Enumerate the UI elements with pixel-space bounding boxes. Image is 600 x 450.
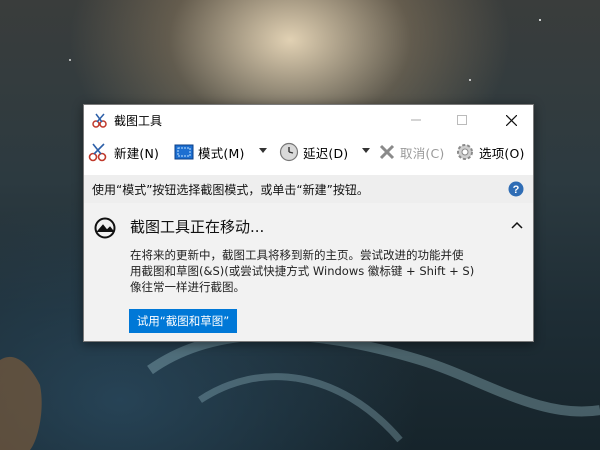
close-button[interactable] [488, 105, 534, 135]
hint-text: 使用“模式”按钮选择截图模式，或单击“新建”按钮。 [92, 182, 369, 197]
wallpaper-star [469, 79, 471, 81]
help-icon[interactable]: ? [508, 181, 524, 197]
maximize-icon [457, 115, 467, 125]
wallpaper-ribbon-2 [198, 373, 403, 443]
snipping-tool-window: 截图工具 新建(N) 模式(M) 延迟(D) 取消(C) 选项(O) 使用“模式… [83, 104, 534, 342]
try-snip-sketch-button[interactable]: 试用“截图和草图” [129, 309, 237, 333]
title-bar[interactable]: 截图工具 [84, 105, 533, 135]
snip-sketch-app-icon [94, 217, 116, 239]
notice-body-line: 在将来的更新中，截图工具将移到新的主页。尝试改进的功能并使 [130, 248, 464, 262]
toolbar: 新建(N) 模式(M) 延迟(D) 取消(C) 选项(O) [84, 135, 533, 169]
gear-icon [455, 142, 475, 162]
maximize-button[interactable] [439, 105, 485, 135]
wallpaper-star [539, 19, 541, 21]
notice-body-line: 用截图和草图(&S)(或尝试快捷方式 Windows 徽标键 + Shift +… [130, 264, 475, 278]
delay-label: 延迟(D) [303, 145, 349, 161]
clock-icon [279, 142, 299, 162]
cancel-button[interactable]: 取消(C) [378, 139, 444, 165]
cancel-x-icon [378, 143, 396, 161]
scissors-app-icon [92, 113, 107, 128]
mode-dropdown-arrow-icon[interactable] [259, 148, 267, 153]
mode-rectangle-icon [174, 144, 194, 160]
wallpaper-figure [0, 356, 42, 450]
close-icon [505, 114, 517, 126]
delay-button[interactable]: 延迟(D) [279, 139, 348, 165]
new-label: 新建(N) [114, 145, 160, 161]
minimize-icon [411, 119, 421, 121]
move-notice-panel: 截图工具正在移动... 在将来的更新中，截图工具将移到新的主页。尝试改进的功能并… [84, 203, 533, 341]
wallpaper-ribbon [147, 330, 600, 417]
notice-body: 在将来的更新中，截图工具将移到新的主页。尝试改进的功能并使 用截图和草图(&S)… [130, 247, 520, 295]
new-button[interactable]: 新建(N) [88, 139, 159, 165]
hint-bar: 使用“模式”按钮选择截图模式，或单击“新建”按钮。 ? [84, 175, 533, 203]
svg-text:?: ? [513, 184, 520, 196]
cancel-label: 取消(C) [400, 145, 445, 161]
mode-button[interactable]: 模式(M) [174, 139, 245, 165]
options-label: 选项(O) [479, 145, 525, 161]
options-button[interactable]: 选项(O) [455, 139, 525, 165]
new-scissors-icon [88, 142, 110, 162]
minimize-button[interactable] [393, 105, 439, 135]
window-title: 截图工具 [114, 113, 163, 128]
mode-label: 模式(M) [198, 145, 245, 161]
notice-title: 截图工具正在移动... [130, 218, 265, 236]
chevron-up-icon[interactable] [511, 221, 523, 229]
delay-dropdown-arrow-icon[interactable] [362, 148, 370, 153]
wallpaper-star [69, 59, 71, 61]
notice-body-line: 像往常一样进行截图。 [130, 280, 245, 294]
